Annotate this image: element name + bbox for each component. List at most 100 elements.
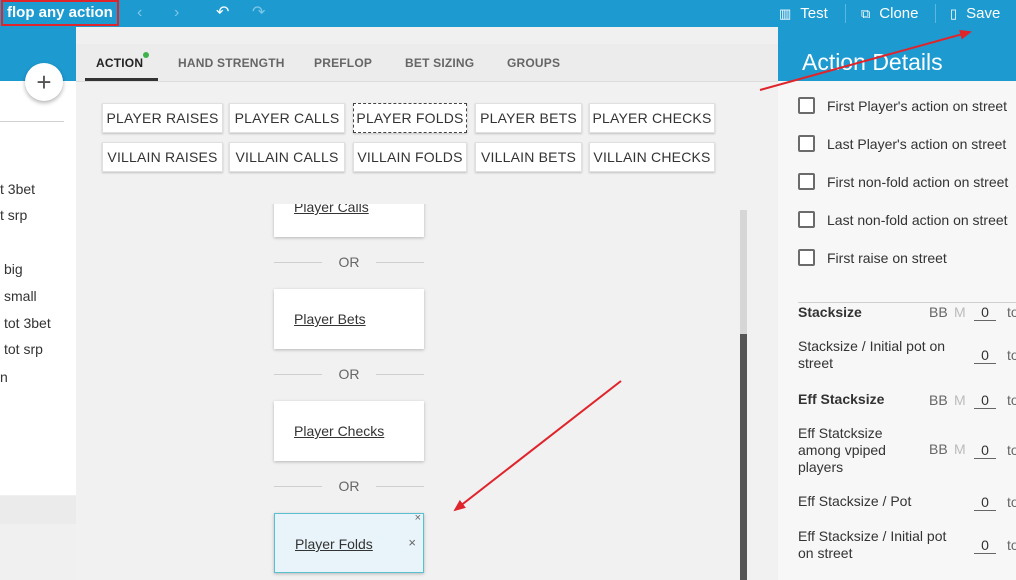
min-value-input[interactable]: 0 bbox=[974, 537, 996, 554]
checkbox-label: First Player's action on street bbox=[827, 97, 1008, 114]
plus-icon: + bbox=[36, 67, 52, 97]
or-separator: OR bbox=[274, 254, 424, 270]
to-label: to bbox=[1007, 304, 1016, 320]
checkbox-first-nonfold[interactable]: First non-fold action on street bbox=[798, 173, 1008, 190]
tab-label: GROUPS bbox=[507, 56, 561, 70]
min-value-input[interactable]: 0 bbox=[974, 304, 996, 321]
row-label: Eff Statcksize among vpiped players bbox=[798, 425, 886, 475]
tab-bar: ACTION HAND STRENGTH PREFLOP BET SIZING … bbox=[76, 44, 778, 82]
chip-villain-bets[interactable]: VILLAIN BETS bbox=[475, 142, 582, 172]
unit-bb[interactable]: BB bbox=[929, 441, 948, 457]
save-button[interactable]: ▯ Save bbox=[950, 0, 1000, 27]
chip-player-checks[interactable]: PLAYER CHECKS bbox=[589, 103, 715, 133]
min-value-input[interactable]: 0 bbox=[974, 442, 996, 459]
tab-label: BET SIZING bbox=[405, 56, 475, 70]
or-separator: OR bbox=[274, 478, 424, 494]
list-item[interactable]: small bbox=[4, 288, 37, 304]
chip-villain-folds[interactable]: VILLAIN FOLDS bbox=[353, 142, 467, 172]
chevron-right-icon[interactable]: › bbox=[174, 3, 179, 23]
node-label: Player Bets bbox=[294, 311, 366, 327]
checkbox-first-player-action[interactable]: First Player's action on street bbox=[798, 97, 1007, 114]
checkbox[interactable] bbox=[798, 97, 815, 114]
checkbox[interactable] bbox=[798, 211, 815, 228]
unit-m[interactable]: M bbox=[954, 392, 966, 408]
chevron-left-icon[interactable]: ‹ bbox=[137, 3, 142, 23]
top-bar: flop any action ‹ › ↶ ↷ ▥ Test ⧉ Clone ▯… bbox=[0, 0, 1016, 27]
close-icon[interactable]: × bbox=[415, 512, 421, 524]
row-label: Eff Stacksize / Pot bbox=[798, 493, 912, 509]
min-value-input[interactable]: 0 bbox=[974, 494, 996, 511]
unit-m[interactable]: M bbox=[954, 441, 966, 457]
undo-icon[interactable]: ↶ bbox=[216, 3, 229, 23]
left-divider bbox=[0, 121, 64, 122]
scrollbar-thumb[interactable] bbox=[740, 334, 747, 580]
status-dot bbox=[143, 52, 149, 58]
chip-villain-raises[interactable]: VILLAIN RAISES bbox=[102, 142, 223, 172]
decision-title[interactable]: flop any action bbox=[1, 0, 119, 26]
checkbox-label: Last non-fold action on street bbox=[827, 211, 1008, 228]
toolbar-divider bbox=[935, 4, 936, 23]
tab-groups[interactable]: GROUPS bbox=[507, 44, 560, 82]
tab-label: PREFLOP bbox=[314, 56, 373, 70]
toolbar-divider bbox=[845, 4, 846, 23]
checkbox[interactable] bbox=[798, 135, 815, 152]
checkbox-label: Last Player's action on street bbox=[827, 135, 1007, 152]
min-value-input[interactable]: 0 bbox=[974, 392, 996, 409]
checkbox-label: First raise on street bbox=[827, 249, 947, 266]
action-flow: Player Calls OR Player Bets OR Player Ch… bbox=[76, 204, 778, 580]
test-button[interactable]: ▥ Test bbox=[779, 0, 828, 27]
flow-node-player-calls[interactable]: Player Calls bbox=[274, 204, 424, 237]
node-label: Player Checks bbox=[294, 423, 385, 439]
tab-action[interactable]: ACTION bbox=[96, 44, 143, 82]
flow-node-player-checks[interactable]: Player Checks bbox=[274, 401, 424, 461]
to-label: to bbox=[1007, 392, 1016, 408]
node-label: Player Folds bbox=[295, 536, 373, 552]
tab-bet-sizing[interactable]: BET SIZING bbox=[405, 44, 474, 82]
flow-node-player-bets[interactable]: Player Bets bbox=[274, 289, 424, 349]
section-divider bbox=[798, 302, 1016, 303]
tab-label: HAND STRENGTH bbox=[178, 56, 285, 70]
tab-preflop[interactable]: PREFLOP bbox=[314, 44, 372, 82]
clone-label: Clone bbox=[879, 5, 919, 22]
to-label: to bbox=[1007, 494, 1016, 510]
chip-villain-calls[interactable]: VILLAIN CALLS bbox=[229, 142, 345, 172]
node-label: Player Calls bbox=[294, 204, 369, 215]
copy-icon: ⧉ bbox=[861, 5, 871, 21]
list-item[interactable]: t 3bet bbox=[0, 181, 35, 197]
list-item[interactable]: tot srp bbox=[4, 341, 43, 357]
clone-button[interactable]: ⧉ Clone bbox=[861, 0, 919, 27]
min-value-input[interactable]: 0 bbox=[974, 347, 996, 364]
chip-player-calls[interactable]: PLAYER CALLS bbox=[229, 103, 345, 133]
unit-m[interactable]: M bbox=[954, 304, 966, 320]
row-label: Stacksize / Initial pot on street bbox=[798, 338, 946, 371]
action-details-panel: Action Details First Player's action on … bbox=[778, 27, 1016, 580]
checkbox-last-player-action[interactable]: Last Player's action on street bbox=[798, 135, 1006, 152]
unit-bb[interactable]: BB bbox=[929, 392, 948, 408]
row-label: Stacksize bbox=[798, 304, 862, 320]
editor-panel: ACTION HAND STRENGTH PREFLOP BET SIZING … bbox=[76, 44, 778, 580]
checkbox-first-raise[interactable]: First raise on street bbox=[798, 249, 947, 266]
row-label: Eff Stacksize bbox=[798, 391, 885, 407]
redo-icon[interactable]: ↷ bbox=[252, 3, 265, 23]
list-item[interactable]: n bbox=[0, 369, 8, 385]
checkbox[interactable] bbox=[798, 249, 815, 266]
list-item[interactable]: t srp bbox=[0, 207, 27, 223]
flask-icon: ▥ bbox=[779, 5, 792, 21]
unit-bb[interactable]: BB bbox=[929, 304, 948, 320]
chip-player-raises[interactable]: PLAYER RAISES bbox=[102, 103, 223, 133]
panel-title: Action Details bbox=[802, 49, 943, 75]
remove-icon[interactable]: × bbox=[408, 535, 416, 550]
checkbox[interactable] bbox=[798, 173, 815, 190]
list-item[interactable]: big bbox=[4, 261, 23, 277]
to-label: to bbox=[1007, 442, 1016, 458]
flow-node-player-folds[interactable]: × Player Folds × bbox=[274, 512, 424, 573]
list-item[interactable]: tot 3bet bbox=[4, 315, 51, 331]
chip-player-bets[interactable]: PLAYER BETS bbox=[475, 103, 582, 133]
tab-hand-strength[interactable]: HAND STRENGTH bbox=[178, 44, 285, 82]
checkbox-last-nonfold[interactable]: Last non-fold action on street bbox=[798, 211, 1008, 228]
checkbox-label: First non-fold action on street bbox=[827, 173, 1009, 190]
chip-villain-checks[interactable]: VILLAIN CHECKS bbox=[589, 142, 715, 172]
chip-player-folds[interactable]: PLAYER FOLDS bbox=[353, 103, 467, 133]
add-button[interactable]: + bbox=[25, 63, 63, 101]
left-footer bbox=[0, 496, 76, 524]
